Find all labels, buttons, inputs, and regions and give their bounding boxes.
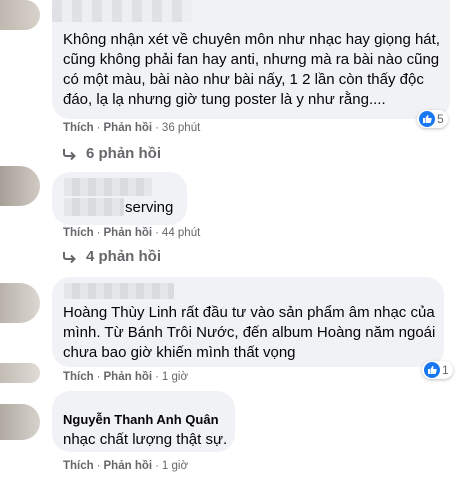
comment-text: Không nhận xét về chuyên môn như nhạc ha… (63, 31, 440, 108)
replies-count-label: 6 phản hồi (86, 145, 161, 162)
like-link[interactable]: Thích (63, 122, 94, 134)
avatar[interactable] (0, 404, 40, 440)
comment-actions: Thích · Phản hồi · 1 giờ (63, 460, 188, 472)
separator-dot: · (96, 122, 101, 134)
avatar[interactable] (0, 0, 40, 30)
like-reaction-icon (419, 111, 435, 127)
reply-arrow-icon (63, 251, 76, 263)
separator-dot: · (155, 460, 159, 472)
comment-timestamp[interactable]: 1 giờ (162, 460, 188, 472)
comment-timestamp[interactable]: 36 phút (162, 122, 200, 134)
comment-author[interactable]: Nguyễn Thanh Anh Quân (63, 412, 219, 427)
separator-dot: · (155, 122, 159, 134)
avatar[interactable] (0, 363, 40, 383)
reply-arrow-icon (63, 148, 76, 160)
reply-link[interactable]: Phản hồi (104, 371, 153, 383)
separator-dot: · (155, 227, 159, 239)
like-link[interactable]: Thích (63, 460, 94, 472)
reaction-summary[interactable]: 1 (422, 361, 453, 379)
redacted-author-name (64, 178, 152, 196)
redacted-author-name (52, 0, 192, 22)
replies-count-label: 4 phản hồi (86, 248, 161, 265)
like-link[interactable]: Thích (63, 227, 94, 239)
comment-text: Hoàng Thùy Linh rất đầu tư vào sản phẩm … (63, 304, 436, 361)
reply-link[interactable]: Phản hồi (104, 122, 153, 134)
separator-dot: · (96, 460, 101, 472)
reaction-count: 5 (437, 112, 444, 126)
like-link[interactable]: Thích (63, 371, 94, 383)
separator-dot: · (155, 371, 159, 383)
view-replies-button[interactable]: 6 phản hồi (63, 145, 161, 162)
redacted-text (64, 198, 124, 216)
separator-dot: · (96, 227, 101, 239)
comment-actions: Thích · Phản hồi · 36 phút (63, 122, 200, 134)
comment-actions: Thích · Phản hồi · 44 phút (63, 227, 200, 239)
avatar[interactable] (0, 283, 40, 323)
view-replies-button[interactable]: 4 phản hồi (63, 248, 161, 265)
comment-timestamp[interactable]: 44 phút (162, 227, 200, 239)
reply-link[interactable]: Phản hồi (104, 227, 153, 239)
reaction-count: 1 (442, 363, 449, 377)
redacted-author-name (64, 283, 174, 299)
comment-text: serving (125, 199, 174, 216)
comment-actions: Thích · Phản hồi · 1 giờ (63, 371, 188, 383)
like-reaction-icon (424, 362, 440, 378)
reply-link[interactable]: Phản hồi (104, 460, 153, 472)
avatar[interactable] (0, 166, 40, 206)
separator-dot: · (96, 371, 101, 383)
comment-timestamp[interactable]: 1 giờ (162, 371, 188, 383)
comment-text: nhạc chất lượng thật sự. (63, 431, 228, 448)
reaction-summary[interactable]: 5 (417, 110, 448, 128)
